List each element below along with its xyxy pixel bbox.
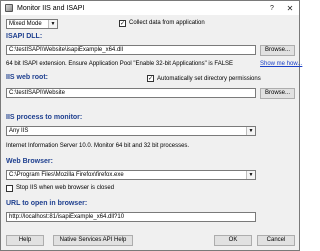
help-button[interactable]: Help (6, 235, 44, 246)
iis-process-note: Internet Information Server 10.0. Monito… (6, 143, 190, 149)
chevron-down-icon: ▼ (246, 171, 255, 179)
mode-select-value: Mixed Mode (9, 21, 42, 27)
chevron-down-icon: ▼ (48, 20, 57, 28)
cancel-button[interactable]: Cancel (257, 235, 295, 246)
title-bar: Monitor IIS and ISAPI ? ✕ (1, 1, 299, 15)
window-title: Monitor IIS and ISAPI (17, 4, 85, 12)
web-root-browse-button[interactable]: Browse... (260, 88, 295, 99)
close-icon[interactable]: ✕ (281, 1, 299, 15)
isapi-dll-heading: ISAPI DLL: (6, 33, 43, 40)
iis-process-heading: IIS process to monitor: (6, 114, 83, 121)
url-input[interactable]: http://localhost:81/isapiExample_x64.dll… (6, 212, 256, 222)
iis-process-select[interactable]: Any IIS ▼ (6, 126, 256, 136)
monitor-iis-dialog: Monitor IIS and ISAPI ? ✕ Mixed Mode ▼ ✓… (0, 0, 302, 251)
collect-data-checkbox[interactable]: ✓ (119, 20, 126, 27)
app-icon (5, 4, 13, 12)
ok-button[interactable]: OK (214, 235, 252, 246)
collect-data-label: Collect data from application (129, 20, 205, 26)
help-icon[interactable]: ? (263, 1, 281, 15)
mode-select[interactable]: Mixed Mode ▼ (6, 19, 58, 29)
chevron-down-icon: ▼ (246, 127, 255, 135)
stop-iis-label: Stop IIS when web browser is closed (16, 185, 115, 191)
web-browser-select[interactable]: C:\Program Files\Mozilla Firefox\firefox… (6, 170, 256, 180)
auto-permissions-label: Automatically set directory permissions (157, 76, 261, 82)
iis-process-value: Any IIS (9, 128, 29, 134)
native-services-help-button[interactable]: Native Services API Help (53, 235, 133, 246)
web-root-path-input[interactable]: C:\testISAPI\Website (6, 88, 256, 98)
isapi-dll-browse-button[interactable]: Browse... (260, 45, 295, 56)
web-browser-value: C:\Program Files\Mozilla Firefox\firefox… (9, 172, 124, 178)
isapi-dll-path-input[interactable]: C:\testISAPI\Website\isapiExample_x64.dl… (6, 45, 256, 55)
isapi-dll-note: 64 bit ISAPI extension. Ensure Applicati… (6, 61, 234, 67)
auto-permissions-checkbox[interactable]: ✓ (147, 75, 154, 82)
web-browser-heading: Web Browser: (6, 158, 53, 165)
stop-iis-checkbox[interactable] (6, 185, 13, 192)
url-heading: URL to open in browser: (6, 200, 88, 207)
web-root-heading: IIS web root: (6, 74, 48, 81)
show-me-how-link[interactable]: Show me how... (260, 61, 302, 67)
